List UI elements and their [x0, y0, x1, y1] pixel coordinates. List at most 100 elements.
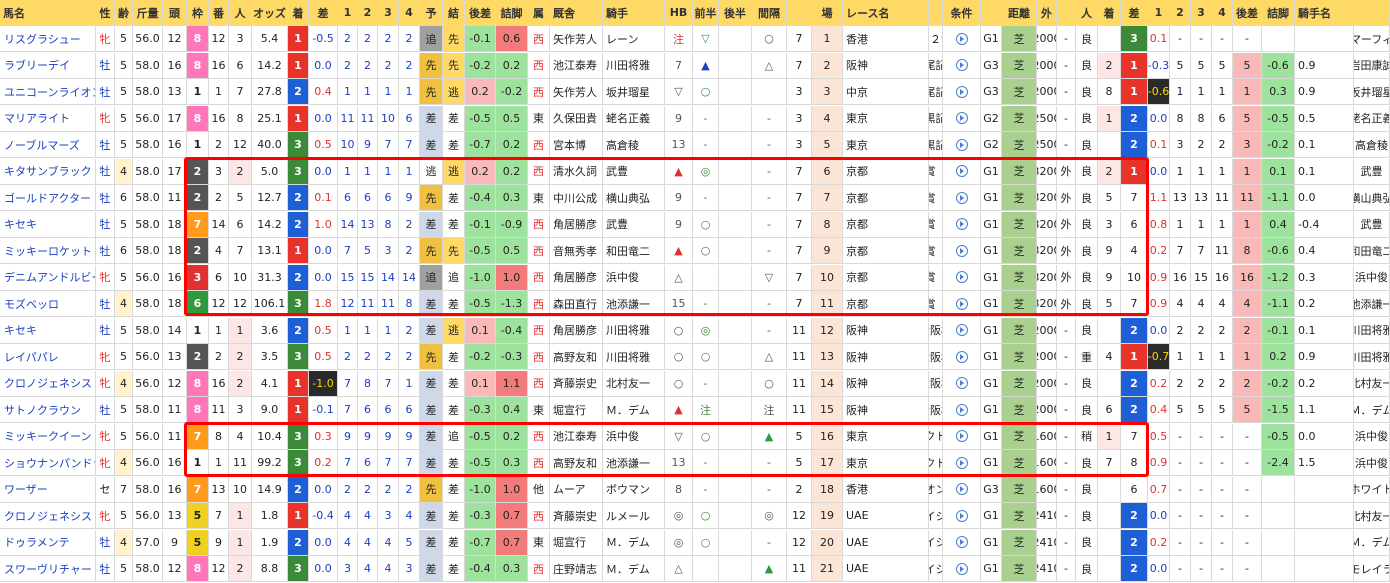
- horse-name[interactable]: ショウナンパンドラ: [0, 450, 96, 476]
- header-extra[interactable]: [1354, 0, 1390, 26]
- header-umaban[interactable]: 番: [209, 0, 229, 26]
- horse-name[interactable]: マリアライト: [0, 105, 96, 132]
- play-video-icon[interactable]: [955, 112, 968, 124]
- video[interactable]: ライオンロッ: [929, 476, 943, 503]
- play-video-icon[interactable]: [955, 32, 968, 45]
- grade[interactable]: [943, 79, 981, 105]
- header-corner-1[interactable]: 1: [338, 0, 358, 26]
- video[interactable]: ヴィクトリア: [929, 450, 943, 476]
- table-row[interactable]: デニムアンドルビー牝 5 56.0 16 3 6 10 31.3 2 0.0 15 15 14 14 追追 -…: [0, 264, 1390, 291]
- grade[interactable]: [943, 211, 981, 238]
- grade[interactable]: [943, 238, 981, 264]
- table-row[interactable]: ドゥラメンテ牡 4 57.0 9 5 9 1 1.9 2 0.0 4 4 4 5 差差 -0.7 0.7 東堀宣行…: [0, 529, 1390, 556]
- horse-name[interactable]: ミッキークイーン: [0, 423, 96, 450]
- horse-name[interactable]: リスグラシュー: [0, 26, 96, 52]
- header-kohan[interactable]: 後半: [719, 0, 752, 26]
- play-video-icon[interactable]: [955, 297, 968, 310]
- header-prev-margin[interactable]: 差: [1121, 0, 1148, 26]
- video[interactable]: 天皇賞（春）: [929, 264, 943, 291]
- horse-name[interactable]: ミッキーロケット: [0, 238, 96, 264]
- header-outer[interactable]: 外: [1037, 0, 1057, 26]
- header-stable[interactable]: 厩舎: [550, 0, 603, 26]
- grade[interactable]: [943, 52, 981, 79]
- table-row[interactable]: ラブリーデイ牡 5 58.0 16 8 16 6 14.2 1 0.0 2 2 2 2 先先 -0.2 0.2 西…: [0, 52, 1390, 79]
- table-row[interactable]: クロノジェネシス牝 4 56.0 12 8 16 2 4.1 1 -1.0 7 8 7 1 差差 0.1 1.1…: [0, 370, 1390, 397]
- grade[interactable]: [943, 158, 981, 185]
- header-surface[interactable]: [981, 0, 1002, 26]
- video[interactable]: 鳴尾記念: [929, 79, 943, 105]
- header-corner-4[interactable]: 4: [399, 0, 420, 26]
- grade[interactable]: [943, 291, 981, 317]
- header-interval[interactable]: 間隔: [752, 0, 787, 26]
- header-zenhan[interactable]: 前半: [693, 0, 719, 26]
- horse-name[interactable]: スワーヴリチャード: [0, 556, 96, 582]
- horse-name[interactable]: ゴールドアクター: [0, 185, 96, 211]
- header-field-size[interactable]: 頭: [163, 0, 187, 26]
- play-video-icon[interactable]: [955, 218, 968, 230]
- horse-name[interactable]: ドゥラメンテ: [0, 529, 96, 556]
- grade[interactable]: [943, 26, 981, 52]
- header-margin[interactable]: 差: [309, 0, 338, 26]
- table-row[interactable]: スワーヴリチャード牡 5 58.0 12 8 12 2 8.8 3 0.0 3 4 4 3 差差 -0.4 0.…: [0, 556, 1390, 582]
- play-video-icon[interactable]: [955, 509, 968, 522]
- header-zoku[interactable]: 属: [528, 0, 550, 26]
- grade[interactable]: [943, 503, 981, 529]
- header-prev-tsume-ashi[interactable]: 詰脚: [1262, 0, 1295, 26]
- play-video-icon[interactable]: [955, 324, 968, 336]
- play-video-icon[interactable]: [955, 165, 968, 177]
- play-video-icon[interactable]: [955, 244, 968, 257]
- header-yoso[interactable]: 予: [420, 0, 443, 26]
- video[interactable]: 大阪杯: [929, 397, 943, 423]
- play-video-icon[interactable]: [955, 483, 968, 495]
- header-prev-finish[interactable]: 着: [1098, 0, 1121, 26]
- header-kekka[interactable]: 結: [443, 0, 465, 26]
- header-age[interactable]: 齢: [115, 0, 133, 26]
- video[interactable]: 大阪杯: [929, 344, 943, 370]
- header-hb[interactable]: HB: [665, 0, 693, 26]
- play-video-icon[interactable]: [955, 350, 968, 363]
- horse-name[interactable]: クロノジェネシス: [0, 503, 96, 529]
- grade[interactable]: [943, 185, 981, 211]
- play-video-icon[interactable]: [955, 138, 968, 151]
- video[interactable]: ドバイシーマ: [929, 503, 943, 529]
- play-video-icon[interactable]: [955, 430, 968, 442]
- horse-name[interactable]: サトノクラウン: [0, 397, 96, 423]
- video[interactable]: 目黒記念: [929, 132, 943, 158]
- header-grade[interactable]: 条件: [943, 0, 981, 26]
- table-row[interactable]: サトノクラウン牡 5 58.0 11 8 11 3 9.0 1 -0.1 7 6 6 6 差差 -0.3 0.4…: [0, 397, 1390, 423]
- horse-name[interactable]: モズベッロ: [0, 291, 96, 317]
- grade[interactable]: [943, 476, 981, 503]
- header-prev-corner-3[interactable]: 3: [1191, 0, 1212, 26]
- play-video-icon[interactable]: [955, 271, 968, 283]
- header-venue[interactable]: 場: [812, 0, 843, 26]
- horse-name[interactable]: ワーザー: [0, 476, 96, 503]
- horse-name[interactable]: キタサンブラック: [0, 158, 96, 185]
- grade[interactable]: [943, 450, 981, 476]
- table-row[interactable]: モズベッロ牡 4 58.0 18 6 12 12 106.1 3 1.8 12 11 11 8 差差 -0.5…: [0, 291, 1390, 317]
- play-video-icon[interactable]: [955, 562, 968, 575]
- video[interactable]: ドバイシーマ: [929, 529, 943, 556]
- header-video[interactable]: [929, 0, 943, 26]
- header-sex[interactable]: 性: [96, 0, 115, 26]
- header-ninki[interactable]: 人: [229, 0, 252, 26]
- header-prev-corner-1[interactable]: 1: [1148, 0, 1170, 26]
- grade[interactable]: [943, 397, 981, 423]
- video[interactable]: 天皇賞（春）: [929, 238, 943, 264]
- video[interactable]: 天皇賞（春）: [929, 158, 943, 185]
- header-prev-corner-2[interactable]: 2: [1170, 0, 1191, 26]
- grade[interactable]: [943, 556, 981, 582]
- table-row[interactable]: ゴールドアクター牡 6 58.0 11 2 2 5 12.7 2 0.1 6 6 6 9 先差 -0.4 0.3…: [0, 185, 1390, 211]
- table-row[interactable]: ミッキーロケット牡 6 58.0 18 2 4 7 13.1 1 0.0 7 5 3 2 先先 -0.5 0.5…: [0, 238, 1390, 264]
- header-waku[interactable]: 枠: [187, 0, 209, 26]
- table-row[interactable]: ミッキークイーン牝 5 56.0 11 7 8 4 10.4 3 0.3 9 9 9 9 差追 -0.5 0.2…: [0, 423, 1390, 450]
- video[interactable]: 天皇賞（春）: [929, 291, 943, 317]
- grade[interactable]: [943, 105, 981, 132]
- grade[interactable]: [943, 529, 981, 556]
- grade[interactable]: [943, 423, 981, 450]
- table-row[interactable]: ショウナンパンドラ牝 4 56.0 16 1 1 11 99.2 3 0.2 7 6 7 7 差差 -0.5 0…: [0, 450, 1390, 476]
- play-video-icon[interactable]: [955, 536, 968, 548]
- horse-name[interactable]: レイパパレ: [0, 344, 96, 370]
- table-row[interactable]: リスグラシュー牝 5 56.0 12 8 12 3 5.4 1 -0.5 2 2 2 2 追先 -0.1 0.6…: [0, 26, 1390, 52]
- play-video-icon[interactable]: [955, 403, 968, 416]
- play-video-icon[interactable]: [955, 85, 968, 98]
